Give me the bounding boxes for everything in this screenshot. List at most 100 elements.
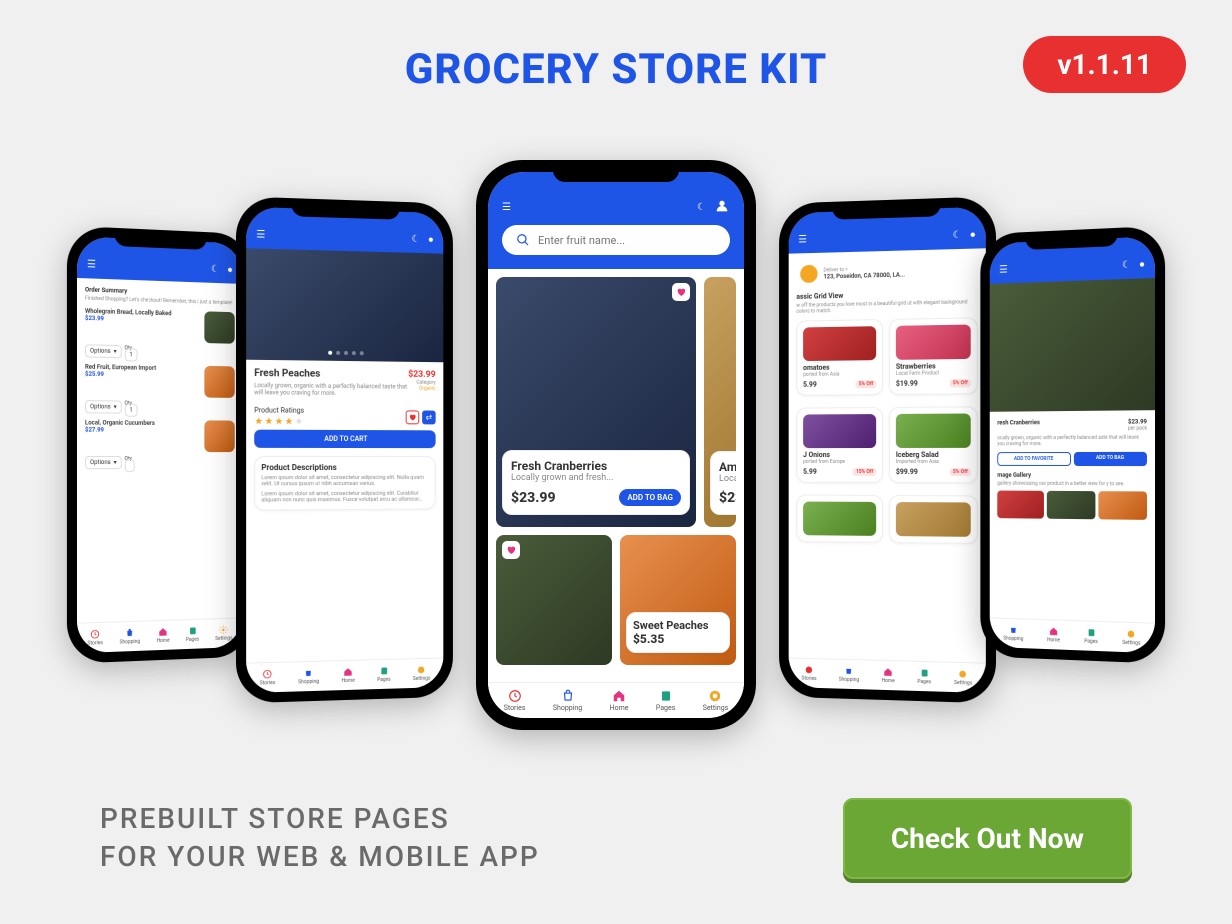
moon-icon[interactable]: ☾ <box>697 202 706 213</box>
item-price: $27.99 <box>85 426 201 434</box>
nav-home[interactable]: Home <box>157 627 170 644</box>
user-icon[interactable]: ● <box>970 229 976 240</box>
qty-input[interactable]: 1 <box>125 348 138 361</box>
nav-settings[interactable]: Settings <box>413 665 431 682</box>
checkout-cta-button[interactable]: Check Out Now <box>843 798 1132 879</box>
nav-home[interactable]: Home <box>882 667 895 684</box>
nav-settings[interactable]: Settings <box>215 625 232 642</box>
product-thumb <box>803 326 876 361</box>
carousel-dots[interactable] <box>328 351 363 355</box>
gallery-thumb[interactable] <box>1098 491 1147 520</box>
product-name: resh Cranberries <box>997 419 1040 432</box>
bottom-nav: Shopping Home Pages Settings <box>990 617 1155 653</box>
phone-product-page: ☰☾● resh Cranberries$23.99per pack ocall… <box>980 226 1165 664</box>
qty-input[interactable]: 1 <box>125 404 138 417</box>
qty-input[interactable] <box>125 459 135 472</box>
product-hero-image <box>246 248 443 362</box>
options-select[interactable]: Options ▾ <box>85 456 122 469</box>
product-name: Sweet Peaches <box>633 619 723 632</box>
favorite-button[interactable] <box>502 541 520 559</box>
add-to-cart-button[interactable]: ADD TO CART <box>254 430 435 449</box>
nav-settings[interactable]: Settings <box>703 689 729 712</box>
item-price: $25.99 <box>85 371 201 380</box>
search-input[interactable] <box>538 234 716 247</box>
nav-shopping[interactable]: Shopping <box>553 689 582 712</box>
product-tile[interactable]: Iceberg SaladImported from Asia$99.995% … <box>889 406 978 483</box>
product-hero-image <box>990 278 1155 412</box>
nav-stories[interactable]: Stories <box>87 629 103 647</box>
product-image[interactable]: Amer Locall $23 <box>704 277 736 527</box>
moon-icon[interactable]: ☾ <box>411 234 420 245</box>
menu-icon[interactable]: ☰ <box>999 265 1007 276</box>
nav-home[interactable]: Home <box>610 689 629 712</box>
bottom-nav: Stories Shopping Home Pages Settings <box>77 617 242 653</box>
user-icon[interactable]: ● <box>1139 259 1145 270</box>
product-desc: ocally grown, organic with a perfectly b… <box>997 435 1147 448</box>
nav-stories[interactable]: Stories <box>802 665 817 682</box>
nav-pages[interactable]: Pages <box>917 668 931 685</box>
product-image[interactable]: Sweet Peaches $5.35 <box>620 535 736 665</box>
discount-badge: 5% Off <box>950 379 971 387</box>
heart-icon[interactable] <box>406 410 420 424</box>
product-thumb <box>204 366 234 398</box>
product-tile[interactable]: StrawberriesLocal Farm Product$19.995% O… <box>889 317 978 395</box>
star-rating <box>254 416 304 425</box>
search-input-wrap[interactable] <box>502 225 730 255</box>
phone-stage: ☰☾● Order Summary Finished Shopping? Let… <box>66 150 1166 770</box>
moon-icon[interactable]: ☾ <box>1122 260 1131 271</box>
nav-stories[interactable]: Stories <box>260 669 276 687</box>
add-favorite-button[interactable]: ADD TO FAVORITE <box>997 452 1070 466</box>
desc-title: Product Descriptions <box>261 463 429 472</box>
add-to-bag-button[interactable]: ADD TO BAG <box>619 489 681 506</box>
product-image[interactable]: Fresh Cranberries Locally grown and fres… <box>496 277 696 527</box>
nav-pages[interactable]: Pages <box>377 666 391 683</box>
favorite-button[interactable] <box>672 283 690 301</box>
gallery-sub: gallery showcasing our product in a bett… <box>997 481 1147 488</box>
menu-icon[interactable]: ☰ <box>256 229 265 240</box>
price-unit: per pack <box>1128 425 1147 431</box>
nav-settings[interactable]: Settings <box>954 669 972 687</box>
nav-pages[interactable]: Pages <box>656 689 675 712</box>
delivery-address[interactable]: Deliver to >123, Poseidon, CA 78000, LA.… <box>796 257 977 287</box>
nav-shopping[interactable]: Shopping <box>298 668 319 686</box>
gallery-thumb[interactable] <box>1047 491 1095 519</box>
avatar <box>800 265 817 283</box>
gallery-thumb[interactable] <box>997 491 1044 519</box>
options-select[interactable]: Options ▾ <box>85 400 122 414</box>
footer-tagline: PREBUILT STORE PAGES FOR YOUR WEB & MOBI… <box>100 800 540 876</box>
product-name: Fresh Cranberries <box>511 459 681 473</box>
nav-shopping[interactable]: Shopping <box>839 666 859 683</box>
options-select[interactable]: Options ▾ <box>85 344 122 358</box>
nav-stories[interactable]: Stories <box>504 689 526 712</box>
nav-pages[interactable]: Pages <box>1084 627 1098 645</box>
product-tile[interactable] <box>889 495 978 544</box>
nav-pages[interactable]: Pages <box>186 626 199 643</box>
product-price: $5.35 <box>633 632 664 646</box>
nav-settings[interactable]: Settings <box>1122 629 1140 647</box>
user-icon[interactable]: ● <box>227 265 233 276</box>
menu-icon[interactable]: ☰ <box>502 202 511 213</box>
product-tile[interactable]: J Onionsported from Europe5.9915% Off <box>796 407 883 483</box>
product-tile[interactable] <box>796 495 883 543</box>
nav-shopping[interactable]: Shopping <box>1003 625 1023 643</box>
nav-shopping[interactable]: Shopping <box>120 628 141 646</box>
moon-icon[interactable]: ☾ <box>211 264 220 275</box>
product-tile[interactable]: omatoesported from Asia5.995% Off <box>796 319 883 396</box>
moon-icon[interactable]: ☾ <box>953 230 962 241</box>
user-icon[interactable]: ● <box>428 234 434 245</box>
product-image[interactable] <box>496 535 612 665</box>
menu-icon[interactable]: ☰ <box>87 259 96 271</box>
search-icon <box>516 233 530 247</box>
menu-icon[interactable]: ☰ <box>798 234 807 245</box>
nav-home[interactable]: Home <box>1047 626 1060 643</box>
discount-badge: 5% Off <box>856 380 876 388</box>
add-to-bag-button[interactable]: ADD TO BAG <box>1073 452 1147 466</box>
user-icon[interactable] <box>714 198 730 217</box>
share-icon[interactable]: ⇄ <box>422 410 436 424</box>
discount-badge: 15% Off <box>853 468 876 476</box>
product-thumb <box>896 325 971 360</box>
product-thumb <box>803 414 876 448</box>
bottom-nav: Stories Shopping Home Pages Settings <box>488 682 744 718</box>
nav-home[interactable]: Home <box>342 667 355 684</box>
phone-grid-view: ☰ ☾ ● Deliver to >123, Poseidon, CA 78000,… <box>779 196 996 703</box>
